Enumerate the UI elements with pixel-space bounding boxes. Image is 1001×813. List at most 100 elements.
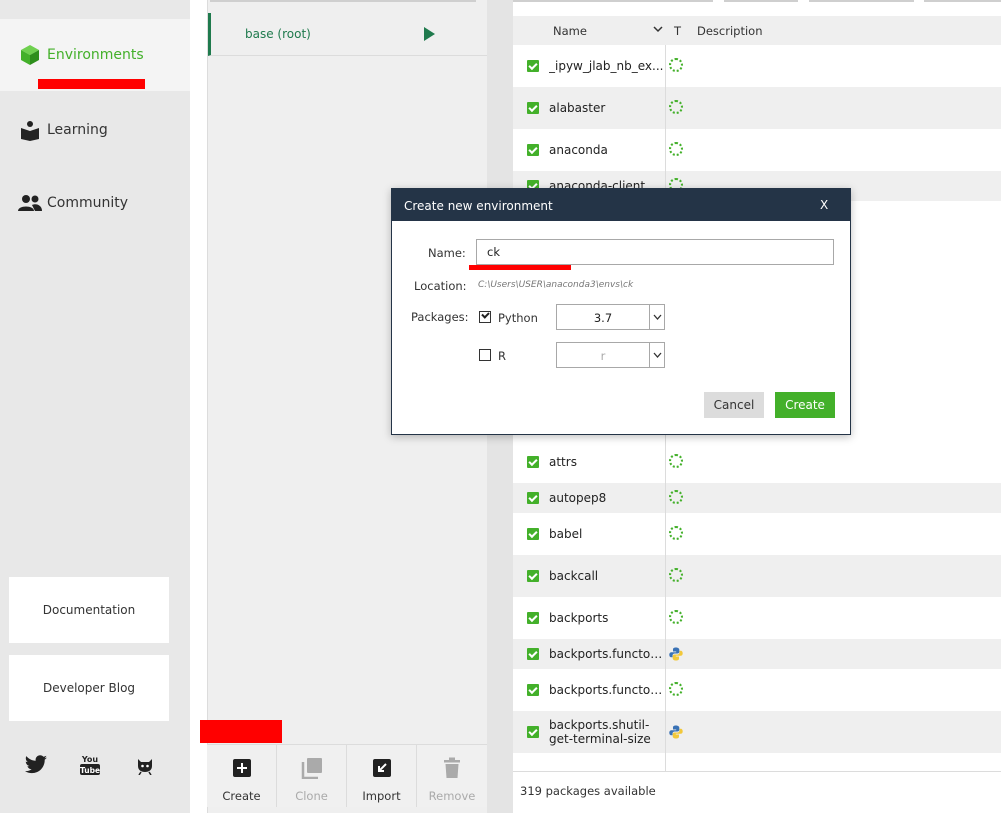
clone-env-button[interactable]: Clone: [277, 745, 347, 807]
sidebar-item-label: Community: [47, 195, 129, 211]
package-name: backports.functoo...: [549, 647, 665, 661]
create-button[interactable]: Create: [775, 392, 835, 418]
table-row[interactable]: backports.functoo...: [513, 669, 1001, 711]
location-path: C:\Users\USER\anaconda3\envs\ck: [478, 280, 634, 290]
package-checkbox[interactable]: [527, 648, 539, 660]
conda-ring-icon: [669, 454, 683, 468]
conda-ring-icon: [669, 58, 683, 72]
table-row[interactable]: backports.shutil-get-terminal-size: [513, 711, 1001, 753]
close-button[interactable]: X: [820, 198, 828, 212]
sidebar-item-label: Environments: [47, 47, 144, 63]
r-label: R: [498, 349, 506, 363]
package-name: backcall: [549, 569, 599, 583]
cube-icon: [18, 43, 42, 67]
python-version-value: 3.7: [593, 311, 613, 325]
location-label: Location:: [414, 279, 467, 293]
table-row[interactable]: backcall: [513, 555, 1001, 597]
people-icon: [18, 191, 42, 215]
column-description[interactable]: Description: [697, 24, 763, 38]
conda-ring-icon: [669, 568, 683, 582]
package-checkbox[interactable]: [527, 102, 539, 114]
youtube-text-top: You: [81, 755, 99, 764]
package-checkbox[interactable]: [527, 528, 539, 540]
annotation-mark: [469, 265, 571, 270]
r-checkbox[interactable]: [479, 349, 491, 361]
dialog-title: Create new environment: [404, 199, 553, 213]
environment-name: base (root): [245, 27, 311, 41]
book-icon: [18, 118, 42, 142]
chevron-down-icon[interactable]: [653, 25, 663, 36]
create-environment-dialog: Create new environment X Name: Location:…: [391, 188, 851, 435]
youtube-icon[interactable]: You Tube: [77, 752, 103, 778]
environment-actions-bar: Create Clone Import Remove: [207, 744, 487, 807]
package-name: babel: [549, 527, 583, 541]
package-checkbox[interactable]: [527, 612, 539, 624]
conda-ring-icon: [669, 610, 683, 624]
name-input[interactable]: [476, 239, 834, 265]
package-name: backports.shutil-get-terminal-size: [549, 718, 651, 746]
annotation-mark: [38, 79, 145, 89]
remove-label: Remove: [428, 789, 476, 803]
github-icon[interactable]: [132, 752, 158, 778]
environment-item-base[interactable]: base (root): [208, 13, 488, 56]
package-checkbox[interactable]: [527, 726, 539, 738]
python-logo-icon: [669, 724, 683, 739]
package-name: backports.functoo...: [549, 683, 665, 697]
python-logo-icon: [669, 646, 683, 661]
sidebar-item-learning[interactable]: Learning: [0, 94, 190, 166]
column-name[interactable]: Name: [553, 24, 587, 38]
conda-ring-icon: [669, 142, 683, 156]
conda-ring-icon: [669, 490, 683, 504]
r-version-select[interactable]: r: [556, 342, 665, 368]
package-checkbox[interactable]: [527, 60, 539, 72]
python-checkbox[interactable]: [479, 311, 491, 323]
packages-table-header: Name T Description: [513, 16, 1001, 45]
table-row[interactable]: anaconda: [513, 129, 1001, 171]
table-row[interactable]: autopep8: [513, 483, 1001, 513]
developer-blog-link[interactable]: Developer Blog: [9, 655, 169, 721]
package-name: _ipyw_jlab_nb_ex...: [549, 59, 664, 73]
create-env-button[interactable]: Create: [207, 745, 277, 807]
table-row[interactable]: alabaster: [513, 87, 1001, 129]
package-checkbox[interactable]: [527, 492, 539, 504]
package-name: autopep8: [549, 491, 607, 505]
column-type[interactable]: T: [674, 24, 681, 38]
table-row[interactable]: attrs: [513, 441, 1001, 483]
packages-label: Packages:: [411, 310, 469, 324]
documentation-link[interactable]: Documentation: [9, 577, 169, 643]
package-name: anaconda: [549, 143, 608, 157]
table-row[interactable]: backports: [513, 597, 1001, 639]
table-row[interactable]: babel: [513, 513, 1001, 555]
annotation-mark: [200, 720, 282, 743]
import-label: Import: [362, 789, 401, 803]
table-row[interactable]: backports.functoo...: [513, 639, 1001, 669]
filter-controls-edge: [513, 0, 1001, 2]
import-icon: [371, 757, 393, 779]
sidebar-item-community[interactable]: Community: [0, 167, 190, 239]
twitter-icon[interactable]: [23, 752, 49, 778]
dialog-header: Create new environment X: [392, 189, 850, 221]
clone-icon: [301, 757, 323, 779]
conda-ring-icon: [669, 682, 683, 696]
clone-label: Clone: [295, 789, 328, 803]
python-version-select[interactable]: 3.7: [556, 304, 665, 330]
cancel-button[interactable]: Cancel: [704, 392, 764, 418]
package-checkbox[interactable]: [527, 684, 539, 696]
table-row[interactable]: _ipyw_jlab_nb_ex...: [513, 45, 1001, 87]
remove-env-button[interactable]: Remove: [417, 745, 487, 807]
packages-count: 319 packages available: [520, 784, 656, 798]
create-label: Create: [222, 789, 261, 803]
chevron-down-icon: [649, 343, 665, 367]
package-checkbox[interactable]: [527, 144, 539, 156]
packages-footer: 319 packages available: [513, 771, 1001, 807]
plus-box-icon: [231, 757, 253, 779]
sidebar: Environments Learning Community Document…: [0, 0, 190, 813]
panel-gap: [190, 0, 207, 813]
package-checkbox[interactable]: [527, 570, 539, 582]
sidebar-item-label: Learning: [47, 122, 108, 138]
import-env-button[interactable]: Import: [347, 745, 417, 807]
package-checkbox[interactable]: [527, 456, 539, 468]
chevron-down-icon: [649, 305, 665, 329]
conda-ring-icon: [669, 526, 683, 540]
play-icon[interactable]: [424, 27, 435, 41]
